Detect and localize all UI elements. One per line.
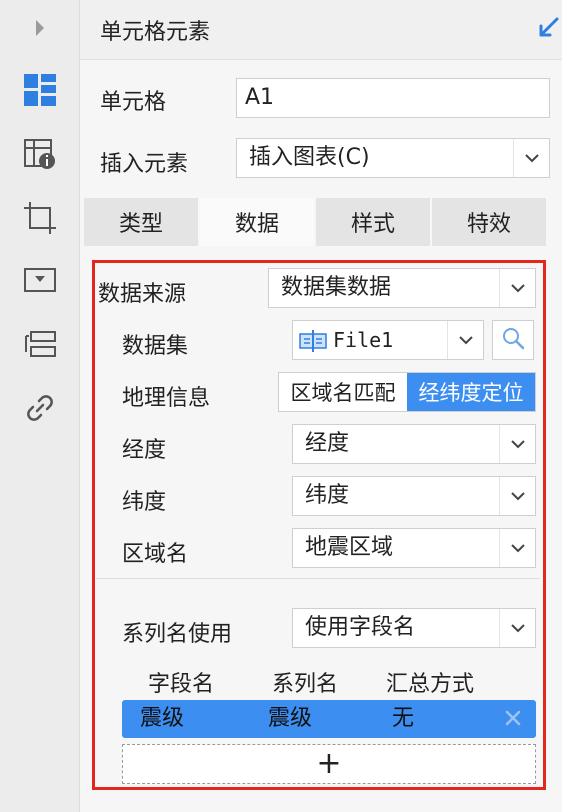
search-button[interactable]	[492, 320, 534, 360]
cell-element-icon[interactable]	[14, 68, 66, 112]
tab-data[interactable]: 数据	[200, 198, 316, 246]
longitude-select[interactable]: 经度	[292, 424, 536, 464]
condition-attribute-icon[interactable]	[14, 322, 66, 366]
dataset-value: File1	[333, 328, 394, 352]
series-name-use-select[interactable]: 使用字段名	[292, 608, 536, 648]
chevron-down-icon[interactable]	[499, 477, 535, 515]
column-header-field: 字段名	[148, 672, 215, 697]
cell-attribute-icon[interactable]	[14, 132, 66, 176]
add-row-button[interactable]: +	[122, 744, 536, 784]
lat-lng-location-button[interactable]: 经纬度定位	[407, 373, 535, 411]
tab-style[interactable]: 样式	[316, 198, 432, 246]
field-cell[interactable]: 震级	[140, 700, 184, 738]
geo-info-label: 地理信息	[122, 386, 211, 411]
latitude-value: 纬度	[305, 483, 350, 508]
cell-input[interactable]: A1	[236, 78, 550, 118]
series-cell[interactable]: 震级	[268, 700, 312, 738]
dataset-table-icon	[299, 330, 327, 358]
summary-cell[interactable]: 无	[392, 700, 414, 738]
latitude-select[interactable]: 纬度	[292, 476, 536, 516]
expand-arrow-icon[interactable]	[14, 6, 66, 50]
dataset-select[interactable]: File1	[292, 320, 484, 360]
delete-row-icon[interactable]	[504, 709, 522, 731]
chevron-down-icon[interactable]	[447, 321, 483, 359]
longitude-label: 经度	[122, 438, 167, 463]
tab-type[interactable]: 类型	[84, 198, 200, 246]
series-name-use-label: 系列名使用	[122, 622, 233, 647]
insert-element-label: 插入元素	[100, 152, 189, 177]
longitude-value: 经度	[305, 431, 350, 456]
geo-info-toggle: 区域名匹配 经纬度定位	[278, 372, 536, 412]
search-icon	[501, 326, 525, 354]
panel-header: 单元格元素	[80, 0, 562, 60]
data-source-value: 数据集数据	[281, 275, 392, 300]
plus-icon: +	[316, 746, 342, 781]
latitude-label: 纬度	[122, 490, 167, 515]
series-name-use-value: 使用字段名	[305, 615, 416, 640]
hyperlink-icon[interactable]	[14, 386, 66, 430]
column-header-series: 系列名	[272, 672, 339, 697]
table-row[interactable]: 震级 震级 无	[122, 700, 536, 738]
chevron-down-icon[interactable]	[499, 609, 535, 647]
chevron-down-icon[interactable]	[499, 529, 535, 567]
icon-rail	[0, 0, 80, 812]
chevron-down-icon[interactable]	[513, 139, 549, 177]
section-divider	[96, 578, 540, 579]
insert-element-value: 插入图表(C)	[249, 145, 370, 170]
float-element-icon[interactable]	[14, 196, 66, 240]
chevron-down-icon[interactable]	[499, 269, 535, 307]
tab-effect[interactable]: 特效	[432, 198, 548, 246]
dataset-label: 数据集	[122, 334, 189, 359]
data-source-select[interactable]: 数据集数据	[268, 268, 536, 308]
panel-title: 单元格元素	[100, 20, 211, 45]
region-name-label: 区域名	[122, 542, 189, 567]
chevron-down-icon[interactable]	[499, 425, 535, 463]
widget-icon[interactable]	[14, 258, 66, 302]
collapse-arrow-icon[interactable]	[536, 16, 560, 44]
insert-element-select[interactable]: 插入图表(C)	[236, 138, 550, 178]
region-name-match-button[interactable]: 区域名匹配	[279, 373, 407, 411]
region-name-value: 地震区域	[305, 535, 394, 560]
cell-label: 单元格	[100, 90, 167, 115]
data-source-label: 数据来源	[98, 282, 187, 307]
column-header-summary: 汇总方式	[386, 672, 475, 697]
tab-bar: 类型 数据 样式 特效	[84, 198, 548, 246]
region-name-select[interactable]: 地震区域	[292, 528, 536, 568]
